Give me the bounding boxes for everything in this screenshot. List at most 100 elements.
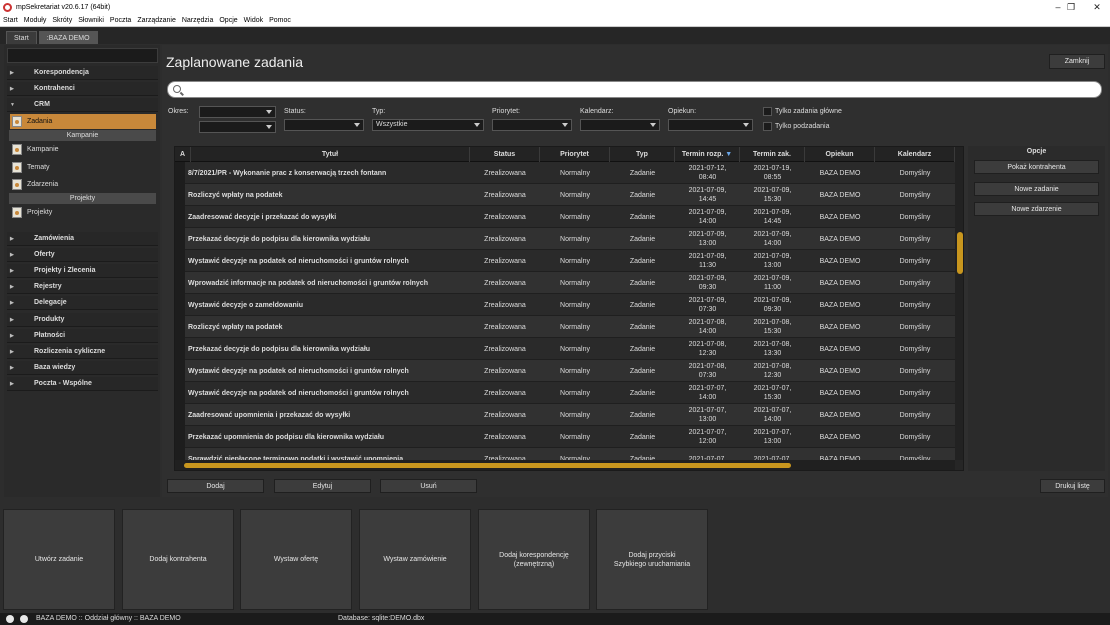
edit-button[interactable]: Edytuj (274, 479, 371, 493)
quick-create-task-button[interactable]: Utwórz zadanie (3, 509, 115, 610)
sidebar-section-rozliczenia[interactable]: ▶ Rozliczenia cykliczne (7, 345, 158, 359)
table-row[interactable]: 8/7/2021/PR - Wykonanie prac z konserwac… (175, 162, 955, 184)
new-event-button[interactable]: Nowe zdarzenie (974, 202, 1099, 216)
col-header-type[interactable]: Typ (610, 147, 675, 162)
status-select[interactable] (284, 119, 364, 131)
cell-priority: Normalny (560, 257, 590, 265)
sidebar-section-korespondencja[interactable]: ▶ Korespondencja (7, 66, 158, 80)
sidebar-section-baza-wiedzy[interactable]: ▶ Baza wiedzy (7, 361, 158, 375)
menu-moduly[interactable]: Moduły (24, 17, 47, 24)
search-input[interactable] (167, 81, 1102, 98)
sidebar-item-projekty[interactable]: Projekty (10, 205, 156, 220)
sidebar-section-poczta-wspolne[interactable]: ▶ Poczta - Wspólne (7, 377, 158, 391)
col-header-a[interactable]: A (175, 147, 191, 162)
menu-skroty[interactable]: Skróty (52, 17, 72, 24)
cell-calendar: Domyślny (899, 235, 931, 243)
horizontal-scrollbar[interactable] (175, 460, 955, 470)
table-row[interactable]: Wystawić decyzje na podatek od nieruchom… (175, 360, 955, 382)
cell-priority: Normalny (560, 301, 590, 309)
table-row[interactable]: Rozliczyć wpłaty na podatek Zrealizowana N… (175, 316, 955, 338)
expand-arrow-icon: ▶ (10, 381, 14, 387)
sidebar-section-platnosci[interactable]: ▶ Płatności (7, 329, 158, 343)
table-row[interactable]: Przekazać decyzje do podpisu dla kierown… (175, 338, 955, 360)
col-header-priority[interactable]: Priorytet (540, 147, 610, 162)
menu-slowniki[interactable]: Słowniki (78, 17, 104, 24)
vertical-scrollbar[interactable] (955, 147, 963, 460)
typ-select[interactable]: Wszystkie (372, 119, 484, 131)
col-header-owner[interactable]: Opiekun (805, 147, 875, 162)
quick-add-shortcuts-button[interactable]: Dodaj przyciski Szybkiego uruchamiania (596, 509, 708, 610)
cell-title: Wystawić decyzje na podatek od nieruchom… (188, 367, 409, 375)
show-contractor-button[interactable]: Pokaż kontrahenta (974, 160, 1099, 174)
expand-arrow-icon: ▶ (10, 333, 14, 339)
col-header-status[interactable]: Status (470, 147, 540, 162)
quick-create-offer-button[interactable]: Wystaw ofertę (240, 509, 352, 610)
cell-owner: BAZA DEMO (819, 169, 861, 177)
menu-zarzadzanie[interactable]: Zarządzanie (137, 17, 176, 24)
cell-status: Zrealizowana (484, 345, 526, 353)
tab-baza-demo[interactable]: :BAZA DEMO (38, 31, 98, 44)
close-panel-button[interactable]: Zamknij (1049, 54, 1105, 69)
cell-priority: Normalny (560, 389, 590, 397)
sidebar-section-produkty[interactable]: ▶ Produkty (7, 313, 158, 327)
vertical-scroll-thumb[interactable] (957, 232, 963, 274)
horizontal-scroll-thumb[interactable] (184, 463, 791, 468)
cell-owner: BAZA DEMO (819, 323, 861, 331)
table-row[interactable]: Przekazać upomnienia do podpisu dla kier… (175, 426, 955, 448)
add-button[interactable]: Dodaj (167, 479, 264, 493)
menu-start[interactable]: Start (3, 17, 18, 24)
cell-start: 2021-07-08, 07:30 (688, 363, 727, 379)
table-row[interactable]: Wystawić decyzje na podatek od nieruchom… (175, 382, 955, 404)
sidebar-search-input[interactable] (7, 48, 158, 63)
sidebar-section-delegacje[interactable]: ▶ Delegacje (7, 296, 158, 310)
sidebar-item-zadania[interactable]: Zadania (10, 114, 156, 129)
status-dot-icon (20, 615, 28, 623)
sidebar-section-zamowienia[interactable]: ▶ Zamówienia (7, 232, 158, 246)
quick-add-contractor-button[interactable]: Dodaj kontrahenta (122, 509, 234, 610)
col-header-start[interactable]: Termin rozp. ▼ (675, 147, 740, 162)
sidebar-section-rejestry[interactable]: ▶ Rejestry (7, 280, 158, 294)
new-task-button[interactable]: Nowe zadanie (974, 182, 1099, 196)
table-row[interactable]: Rozliczyć wpłaty na podatek Zrealizowana N… (175, 184, 955, 206)
delete-button[interactable]: Usuń (380, 479, 477, 493)
sidebar-item-tematy[interactable]: Tematy (10, 160, 156, 175)
table-row[interactable]: Wystawić decyzje na podatek od nieruchom… (175, 250, 955, 272)
chevron-down-icon (266, 110, 272, 114)
only-main-checkbox[interactable] (763, 107, 772, 116)
opiekun-select[interactable] (668, 119, 753, 131)
search-icon (173, 85, 181, 93)
col-header-calendar[interactable]: Kalendarz (875, 147, 955, 162)
print-list-button[interactable]: Drukuj listę (1040, 479, 1105, 493)
table-row[interactable]: Wprowadzić informacje na podatek od nier… (175, 272, 955, 294)
sidebar-section-projekty-zlecenia[interactable]: ▶ Projekty i Zlecenia (7, 264, 158, 278)
col-header-end[interactable]: Termin zak. (740, 147, 805, 162)
menu-poczta[interactable]: Poczta (110, 17, 131, 24)
sidebar-section-oferty[interactable]: ▶ Oferty (7, 248, 158, 262)
table-row[interactable]: Zaadresować decyzje i przekazać do wysył… (175, 206, 955, 228)
okres-from-select[interactable] (199, 106, 276, 118)
table-row[interactable]: Wystawić decyzje o zameldowaniu Zrealizow… (175, 294, 955, 316)
menu-widok[interactable]: Widok (244, 17, 263, 24)
okres-to-select[interactable] (199, 121, 276, 133)
menu-pomoc[interactable]: Pomoc (269, 17, 291, 24)
sidebar-item-zdarzenia[interactable]: Zdarzenia (10, 177, 156, 192)
tab-start[interactable]: Start (6, 31, 37, 44)
sidebar-section-kontrahenci[interactable]: ▶ Kontrahenci (7, 82, 158, 96)
menu-narzedzia[interactable]: Narzędzia (182, 17, 214, 24)
priorytet-select[interactable] (492, 119, 572, 131)
cell-owner: BAZA DEMO (819, 257, 861, 265)
menu-opcje[interactable]: Opcje (219, 17, 237, 24)
sidebar-section-crm[interactable]: ▼ CRM (7, 98, 158, 112)
cell-start: 2021-07-09, 13:00 (688, 231, 727, 247)
tab-bar: Start :BAZA DEMO (0, 28, 1110, 44)
table-row[interactable]: Przekazać decyzje do podpisu dla kierown… (175, 228, 955, 250)
table-row[interactable]: Zaadresować upomnienia i przekazać do wy… (175, 404, 955, 426)
quick-add-correspondence-button[interactable]: Dodaj korespondencję (zewnętrzną) (478, 509, 590, 610)
only-sub-checkbox[interactable] (763, 122, 772, 131)
close-window-button[interactable]: ✕ (1080, 0, 1110, 14)
sidebar-item-kampanie[interactable]: Kampanie (10, 142, 156, 157)
quick-create-order-button[interactable]: Wystaw zamówienie (359, 509, 471, 610)
kalendarz-select[interactable] (580, 119, 660, 131)
col-header-title[interactable]: Tytuł (191, 147, 470, 162)
topics-icon (12, 162, 22, 173)
